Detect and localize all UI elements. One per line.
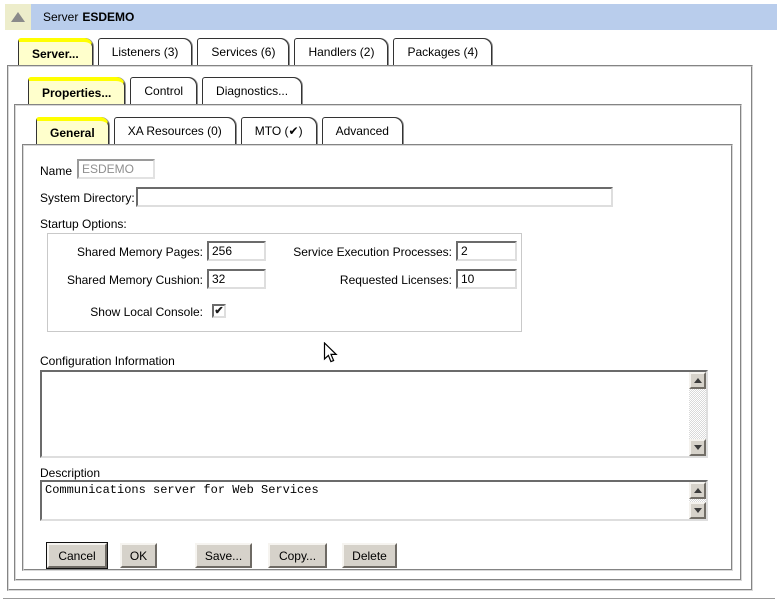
tab-diagnostics[interactable]: Diagnostics... — [202, 77, 302, 104]
tab-server[interactable]: Server... — [18, 38, 93, 65]
header-bar: Server ESDEMO — [5, 4, 777, 30]
tab-xa-resources[interactable]: XA Resources (0) — [114, 117, 236, 144]
configuration-scrollbar-track[interactable] — [689, 372, 706, 456]
scroll-down-button[interactable] — [689, 502, 706, 519]
system-directory-input[interactable] — [136, 187, 613, 207]
copy-button[interactable]: Copy... — [268, 543, 327, 568]
scroll-down-icon — [694, 445, 702, 450]
name-input[interactable] — [77, 159, 155, 179]
tab-handlers[interactable]: Handlers (2) — [294, 38, 388, 65]
header-title-prefix: Server — [43, 10, 78, 24]
system-directory-label: System Directory: — [40, 191, 135, 205]
scroll-up-button[interactable] — [689, 372, 706, 389]
startup-options-label: Startup Options: — [40, 217, 127, 231]
description-scrollbar-track[interactable] — [689, 482, 706, 519]
service-execution-processes-input[interactable] — [456, 241, 517, 261]
header-server-name: ESDEMO — [82, 10, 134, 24]
requested-licenses-input[interactable] — [456, 269, 517, 289]
bottom-divider — [3, 598, 775, 600]
scroll-up-icon — [694, 378, 702, 383]
tab-properties[interactable]: Properties... — [28, 77, 125, 104]
description-text: Communications server for Web Services — [42, 482, 689, 519]
collapse-toggle[interactable] — [5, 4, 31, 30]
delete-button[interactable]: Delete — [342, 543, 397, 568]
show-local-console-label: Show Local Console: — [40, 305, 203, 319]
shared-memory-pages-label: Shared Memory Pages: — [47, 245, 203, 259]
tab-general[interactable]: General — [36, 117, 109, 144]
app-window: Server ESDEMO Server... Listeners (3) Se… — [0, 0, 781, 608]
tab-control[interactable]: Control — [130, 77, 197, 104]
tab-mto[interactable]: MTO (✔) — [241, 117, 317, 144]
service-execution-processes-label: Service Execution Processes: — [280, 245, 452, 259]
header-title: Server ESDEMO — [31, 4, 777, 30]
scroll-up-icon — [694, 488, 702, 493]
name-label: Name — [40, 164, 72, 178]
configuration-information-label: Configuration Information — [40, 354, 175, 368]
tab-listeners[interactable]: Listeners (3) — [98, 38, 193, 65]
scroll-down-icon — [694, 508, 702, 513]
description-label: Description — [40, 466, 100, 480]
tab-packages[interactable]: Packages (4) — [393, 38, 492, 65]
cancel-button[interactable]: Cancel — [47, 543, 107, 568]
requested-licenses-label: Requested Licenses: — [280, 273, 452, 287]
shared-memory-pages-input[interactable] — [207, 241, 266, 261]
tab-services[interactable]: Services (6) — [197, 38, 289, 65]
configuration-information-textarea[interactable] — [40, 370, 708, 458]
ok-button[interactable]: OK — [120, 543, 157, 568]
description-textarea[interactable]: Communications server for Web Services — [40, 480, 708, 521]
triangle-up-icon — [11, 12, 25, 22]
configuration-information-text — [42, 372, 689, 456]
show-local-console-checkbox[interactable]: ✔ — [212, 304, 226, 318]
shared-memory-cushion-label: Shared Memory Cushion: — [40, 273, 203, 287]
shared-memory-cushion-input[interactable] — [207, 269, 266, 289]
scroll-down-button[interactable] — [689, 439, 706, 456]
scroll-up-button[interactable] — [689, 482, 706, 499]
save-button[interactable]: Save... — [195, 543, 252, 568]
checkmark-icon: ✔ — [214, 306, 223, 316]
tab-advanced[interactable]: Advanced — [322, 117, 403, 144]
